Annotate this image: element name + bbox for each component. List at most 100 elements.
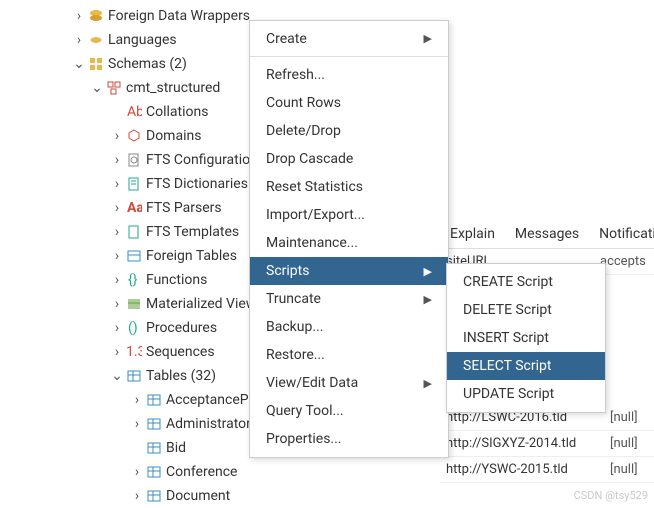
tree-label: Administrator [166,416,251,432]
fts-config-icon [126,152,142,168]
menu-label: Reset Statistics [266,179,363,195]
menu-backup[interactable]: Backup... [250,313,448,341]
menu-count-rows[interactable]: Count Rows [250,89,448,117]
chevron-right-icon: › [110,129,124,143]
tab-messages[interactable]: Messages [505,220,589,248]
menu-truncate[interactable]: Truncate ▶ [250,285,448,313]
chevron-right-icon: › [130,393,144,407]
schemas-icon [88,56,104,72]
fts-templates-icon [126,224,142,240]
schema-icon [106,80,122,96]
menu-label: Truncate [266,291,321,307]
languages-icon [88,32,104,48]
tree-label: Bid [166,440,186,456]
tree-label: Foreign Data Wrappers [108,8,250,24]
chevron-right-icon: › [72,9,86,23]
spacer [130,441,144,455]
menu-import-export[interactable]: Import/Export... [250,201,448,229]
submenu-delete-script[interactable]: DELETE Script [447,296,605,324]
fdw-icon [88,8,104,24]
table-icon [146,416,162,432]
menu-label: View/Edit Data [266,375,358,391]
menu-query-tool[interactable]: Query Tool... [250,397,448,425]
fts-parsers-icon: Aa [126,200,142,216]
menu-scripts[interactable]: Scripts▶ [250,257,448,285]
materialized-icon [126,296,142,312]
cell-null: [null] [604,410,654,425]
table-icon [146,392,162,408]
submenu-create-script[interactable]: CREATE Script [447,268,605,296]
tree-label: Domains [146,128,201,144]
chevron-right-icon: ▶ [424,293,432,306]
menu-properties[interactable]: Properties... [250,425,448,453]
menu-restore[interactable]: Restore... [250,341,448,369]
tree-label: FTS Configurations [146,152,265,168]
chevron-right-icon: › [110,177,124,191]
chevron-right-icon: › [110,249,124,263]
submenu-insert-script[interactable]: INSERT Script [447,324,605,352]
chevron-right-icon: › [110,153,124,167]
menu-label: SELECT Script [463,358,551,374]
menu-maintenance[interactable]: Maintenance... [250,229,448,257]
menu-view-edit[interactable]: View/Edit Data ▶ [250,369,448,397]
tab-notifications[interactable]: Notifications [589,220,654,248]
chevron-right-icon: › [110,273,124,287]
menu-label: Properties... [266,431,342,447]
submenu-update-script[interactable]: UPDATE Script [447,380,605,408]
chevron-right-icon: › [110,297,124,311]
tree-label: FTS Parsers [146,200,222,216]
tree-label: Schemas (2) [108,56,187,72]
chevron-right-icon: › [72,33,86,47]
menu-label: Backup... [266,319,323,335]
table-icon [146,488,162,504]
menu-label: Query Tool... [266,403,344,419]
tab-explain[interactable]: Explain [440,220,505,248]
menu-label: Import/Export... [266,207,365,223]
tree-label: Sequences [146,344,215,360]
tree-label: Collations [146,104,208,120]
menu-label: CREATE Script [463,274,553,290]
procedures-icon: () [126,320,142,336]
tree-label: FTS Dictionaries [146,176,248,192]
menu-label: Delete/Drop [266,123,341,139]
functions-icon: {} [126,272,142,288]
tree-node-table[interactable]: ›Document [0,484,300,508]
menu-delete[interactable]: Delete/Drop [250,117,448,145]
tree-label: Foreign Tables [146,248,237,264]
table-row[interactable]: http://SIGXYZ-2014.tld [null] [440,431,654,457]
chevron-right-icon: › [130,489,144,503]
menu-refresh[interactable]: Refresh... [250,61,448,89]
domains-icon [126,128,142,144]
menu-label: Scripts [266,263,309,279]
cell-null: [null] [604,462,654,477]
menu-create[interactable]: Create ▶ [250,25,448,57]
chevron-right-icon: › [110,321,124,335]
cell-url: http://YSWC-2015.tld [440,462,604,477]
menu-label: Create [266,31,307,47]
chevron-right-icon: ▶ [424,32,432,45]
spacer [110,105,124,119]
tables-icon [126,368,142,384]
menu-drop-cascade[interactable]: Drop Cascade [250,145,448,173]
cell-url: http://SIGXYZ-2014.tld [440,436,604,451]
foreign-tables-icon [126,248,142,264]
menu-label: Maintenance... [266,235,358,251]
menu-label: Restore... [266,347,325,363]
context-menu: Create ▶ Refresh... Count Rows Delete/Dro… [249,20,449,458]
tree-label: Conference [166,464,237,480]
chevron-right-icon: › [110,345,124,359]
tree-label: Materialized Views [146,296,264,312]
menu-reset-stats[interactable]: Reset Statistics [250,173,448,201]
fts-dict-icon [126,176,142,192]
tree-node-table[interactable]: ›Conference [0,460,300,484]
tree-label: Languages [108,32,177,48]
menu-label: UPDATE Script [463,386,554,402]
table-icon [146,440,162,456]
submenu-select-script[interactable]: SELECT Script [447,352,605,380]
chevron-right-icon: › [130,417,144,431]
table-row[interactable]: http://YSWC-2015.tld [null] [440,457,654,483]
chevron-right-icon: ▶ [424,377,432,390]
watermark: CSDN @tsy529 [574,489,648,502]
svg-text:(): () [128,320,138,336]
svg-text:{}: {} [128,272,138,288]
